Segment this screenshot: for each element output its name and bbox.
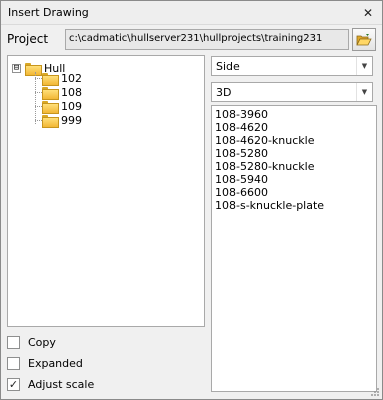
list-item[interactable]: 108-4620 (214, 121, 374, 134)
tree-node-label: 109 (61, 99, 82, 113)
list-item[interactable]: 108-4620-knuckle (214, 134, 374, 147)
list-item[interactable]: 108-3960 (214, 108, 374, 121)
copy-label: Copy (28, 335, 56, 349)
list-item[interactable]: 108-s-knuckle-plate (214, 199, 374, 212)
hull-tree-view[interactable]: ⊟ Hull 102 108 109 999 (7, 55, 205, 327)
drawing-list[interactable]: 108-3960 108-4620 108-4620-knuckle 108-5… (211, 105, 377, 392)
folder-icon (42, 86, 59, 100)
tree-connector (35, 120, 42, 121)
project-label: Project (7, 32, 49, 46)
adjust-scale-checkbox[interactable]: ✓ Adjust scale (7, 376, 94, 392)
tree-node-label: 102 (61, 71, 82, 85)
close-button[interactable]: ✕ (359, 4, 377, 22)
folder-icon (42, 100, 59, 114)
tree-node-999[interactable]: 999 (42, 112, 82, 128)
tree-connector (35, 92, 42, 93)
mode-dropdown[interactable]: 3D ▼ (211, 82, 373, 102)
collapse-icon[interactable]: ⊟ (12, 63, 21, 73)
expanded-label: Expanded (28, 356, 83, 370)
checkbox-box[interactable] (7, 335, 20, 349)
copy-checkbox[interactable]: Copy (7, 334, 56, 350)
view-dropdown[interactable]: Side ▼ (211, 56, 373, 76)
tree-connector (35, 106, 42, 107)
project-path-field[interactable]: c:\cadmatic\hullserver231\hullprojects\t… (65, 29, 349, 50)
list-item[interactable]: 108-5280-knuckle (214, 160, 374, 173)
list-item[interactable]: 108-6600 (214, 186, 374, 199)
window-title: Insert Drawing (8, 6, 89, 19)
mode-dropdown-value: 3D (216, 86, 232, 99)
tree-connector (35, 78, 42, 79)
resize-grip-icon[interactable] (370, 387, 380, 397)
list-item[interactable]: 108-5940 (214, 173, 374, 186)
folder-icon (42, 114, 59, 128)
tree-connector (35, 72, 36, 124)
title-bar[interactable]: Insert Drawing ✕ (1, 1, 382, 25)
checkmark-icon[interactable]: ✓ (7, 377, 20, 391)
insert-drawing-dialog: Insert Drawing ✕ Project c:\cadmatic\hul… (0, 0, 383, 400)
adjust-scale-label: Adjust scale (28, 377, 95, 391)
folder-icon (25, 62, 42, 76)
folder-icon (42, 72, 59, 86)
view-dropdown-value: Side (216, 60, 240, 73)
checkbox-box[interactable] (7, 356, 20, 370)
list-item[interactable]: 108-5280 (214, 147, 374, 160)
browse-button[interactable] (352, 28, 376, 51)
open-folder-icon (356, 33, 372, 45)
tree-node-label: 108 (61, 85, 82, 99)
chevron-down-icon[interactable]: ▼ (356, 57, 372, 75)
chevron-down-icon[interactable]: ▼ (356, 83, 372, 101)
tree-node-label: 999 (61, 113, 82, 127)
expanded-checkbox[interactable]: Expanded (7, 355, 83, 371)
